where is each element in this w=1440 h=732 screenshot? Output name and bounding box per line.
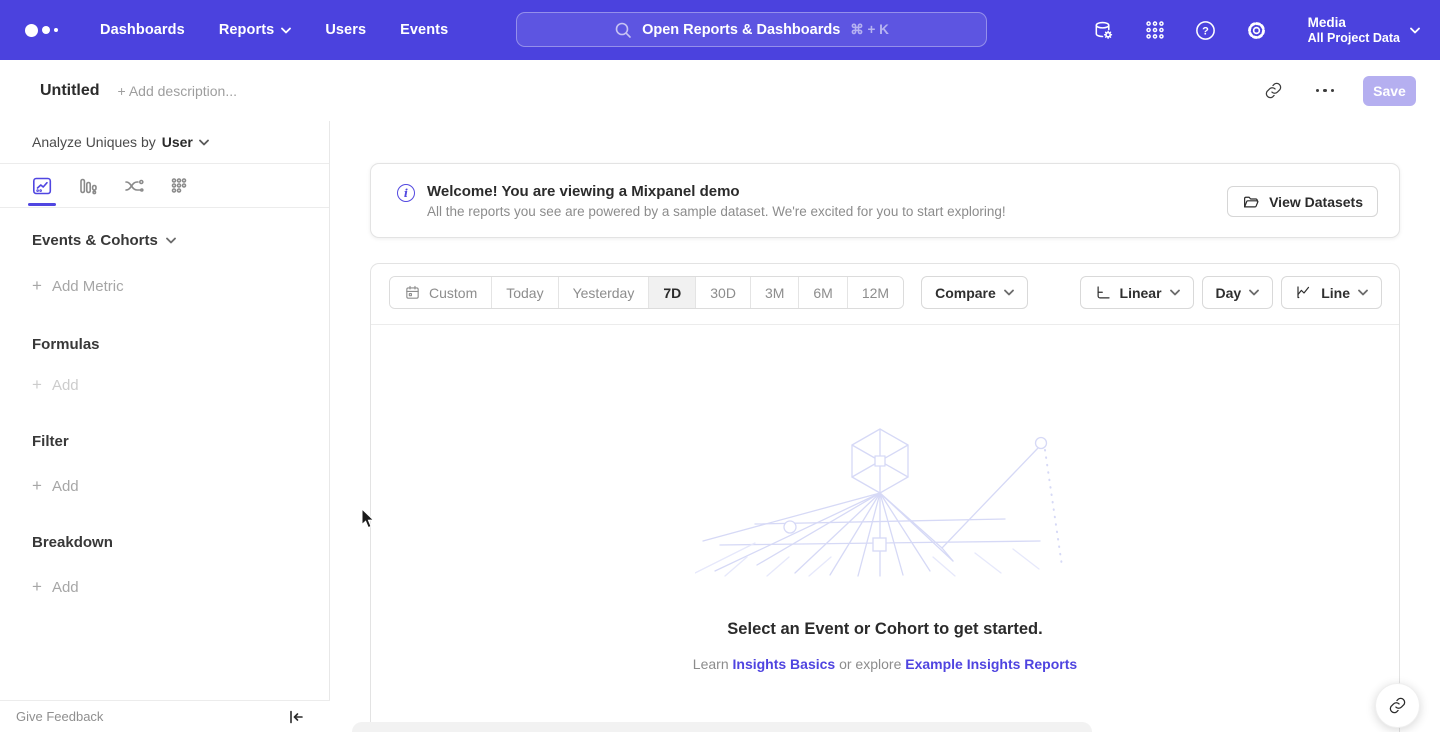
line-chart-icon [1295,284,1313,302]
add-formula-button[interactable]: + Add [32,375,329,395]
next-section-peek [352,722,1092,732]
share-link-floating-button[interactable] [1375,683,1420,728]
link-icon [1388,696,1407,715]
settings-gear-icon[interactable] [1245,18,1269,42]
scale-selector-button[interactable]: Linear [1080,276,1194,309]
date-range-12m[interactable]: 12M [847,277,903,308]
more-options-icon[interactable] [1311,77,1339,105]
demo-welcome-banner: i Welcome! You are viewing a Mixpanel de… [370,163,1400,238]
copy-link-icon[interactable] [1259,77,1287,105]
chevron-down-icon [1358,289,1368,296]
date-range-3m[interactable]: 3M [750,277,798,308]
date-range-segmented-control: Custom Today Yesterday 7D 30D 3M 6M 12M [389,276,904,309]
give-feedback-link[interactable]: Give Feedback [16,709,103,724]
folder-icon [1242,193,1260,211]
nav-item-dashboards[interactable]: Dashboards [100,22,185,38]
help-icon[interactable]: ? [1194,18,1218,42]
bar-chart-icon [76,174,100,198]
nav-item-events[interactable]: Events [400,22,448,38]
insights-basics-link[interactable]: Insights Basics [733,656,836,672]
main-content: i Welcome! You are viewing a Mixpanel de… [330,121,1440,732]
empty-state-links: Learn Insights Basics or explore Example… [693,656,1077,672]
project-switcher[interactable]: Media All Project Data [1308,14,1420,46]
empty-state: Select an Event or Cohort to get started… [371,325,1399,672]
date-range-today[interactable]: Today [491,277,557,308]
chart-type-selector-button[interactable]: Line [1281,276,1382,309]
svg-text:?: ? [1202,25,1209,37]
report-description-placeholder[interactable]: + Add description... [118,83,237,99]
query-builder-sidebar: Analyze Uniques by User Events & Cohorts… [0,121,330,732]
flows-icon [122,174,146,198]
tab-flows[interactable] [122,166,146,206]
date-range-30d[interactable]: 30D [695,277,750,308]
date-range-custom[interactable]: Custom [390,277,491,308]
tab-retention[interactable] [168,166,192,206]
collapse-sidebar-icon[interactable] [288,710,304,724]
granularity-selector-button[interactable]: Day [1202,276,1274,309]
project-name: Media [1308,14,1400,31]
add-metric-button[interactable]: + Add Metric [32,276,329,296]
global-search-input[interactable]: Open Reports & Dashboards ⌘ + K [516,12,987,47]
report-title[interactable]: Untitled [40,82,100,100]
nav-item-users[interactable]: Users [325,22,366,38]
project-scope: All Project Data [1308,31,1400,46]
banner-subtitle: All the reports you see are powered by a… [427,204,1006,219]
mixpanel-logo-icon[interactable] [25,24,58,37]
date-range-6m[interactable]: 6M [798,277,846,308]
banner-title: Welcome! You are viewing a Mixpanel demo [427,183,1006,200]
tab-insights[interactable] [30,166,54,206]
compare-button[interactable]: Compare [921,276,1028,309]
search-placeholder: Open Reports & Dashboards [642,22,840,38]
date-range-7d[interactable]: 7D [648,277,695,308]
chevron-down-icon [1410,27,1420,34]
nav-item-reports[interactable]: Reports [219,22,292,38]
insights-chart-icon [30,174,54,198]
empty-state-title: Select an Event or Cohort to get started… [727,620,1042,639]
add-filter-button[interactable]: + Add [32,476,329,496]
date-range-yesterday[interactable]: Yesterday [558,277,649,308]
top-nav: Dashboards Reports Users Events Open Rep… [0,0,1440,60]
events-cohorts-header[interactable]: Events & Cohorts [32,232,329,249]
analyze-label: Analyze Uniques by [32,134,156,150]
retention-dots-icon [168,174,192,198]
report-header: Untitled + Add description... Save [0,60,1440,121]
chevron-down-icon [1170,289,1180,296]
calendar-icon [404,284,421,301]
search-icon [614,21,632,39]
insights-report-card: Custom Today Yesterday 7D 30D 3M 6M 12M … [370,263,1400,732]
empty-state-illustration [695,423,1075,578]
chevron-down-icon [199,139,209,146]
apps-grid-icon[interactable] [1143,18,1167,42]
formulas-header: Formulas [32,336,329,353]
chevron-down-icon [166,237,176,244]
data-management-icon[interactable] [1092,18,1116,42]
add-breakdown-button[interactable]: + Add [32,577,329,597]
filter-header: Filter [32,433,329,450]
example-insights-reports-link[interactable]: Example Insights Reports [905,656,1077,672]
axes-icon [1094,284,1112,302]
info-icon: i [397,184,415,202]
chevron-down-icon [1004,289,1014,296]
chevron-down-icon [281,27,291,34]
breakdown-header: Breakdown [32,534,329,551]
analyze-by-dropdown[interactable]: User [162,134,209,150]
chevron-down-icon [1249,289,1259,296]
tab-funnels[interactable] [76,166,100,206]
search-shortcut: ⌘ + K [850,22,889,38]
save-button[interactable]: Save [1363,76,1416,106]
view-datasets-button[interactable]: View Datasets [1227,186,1378,217]
